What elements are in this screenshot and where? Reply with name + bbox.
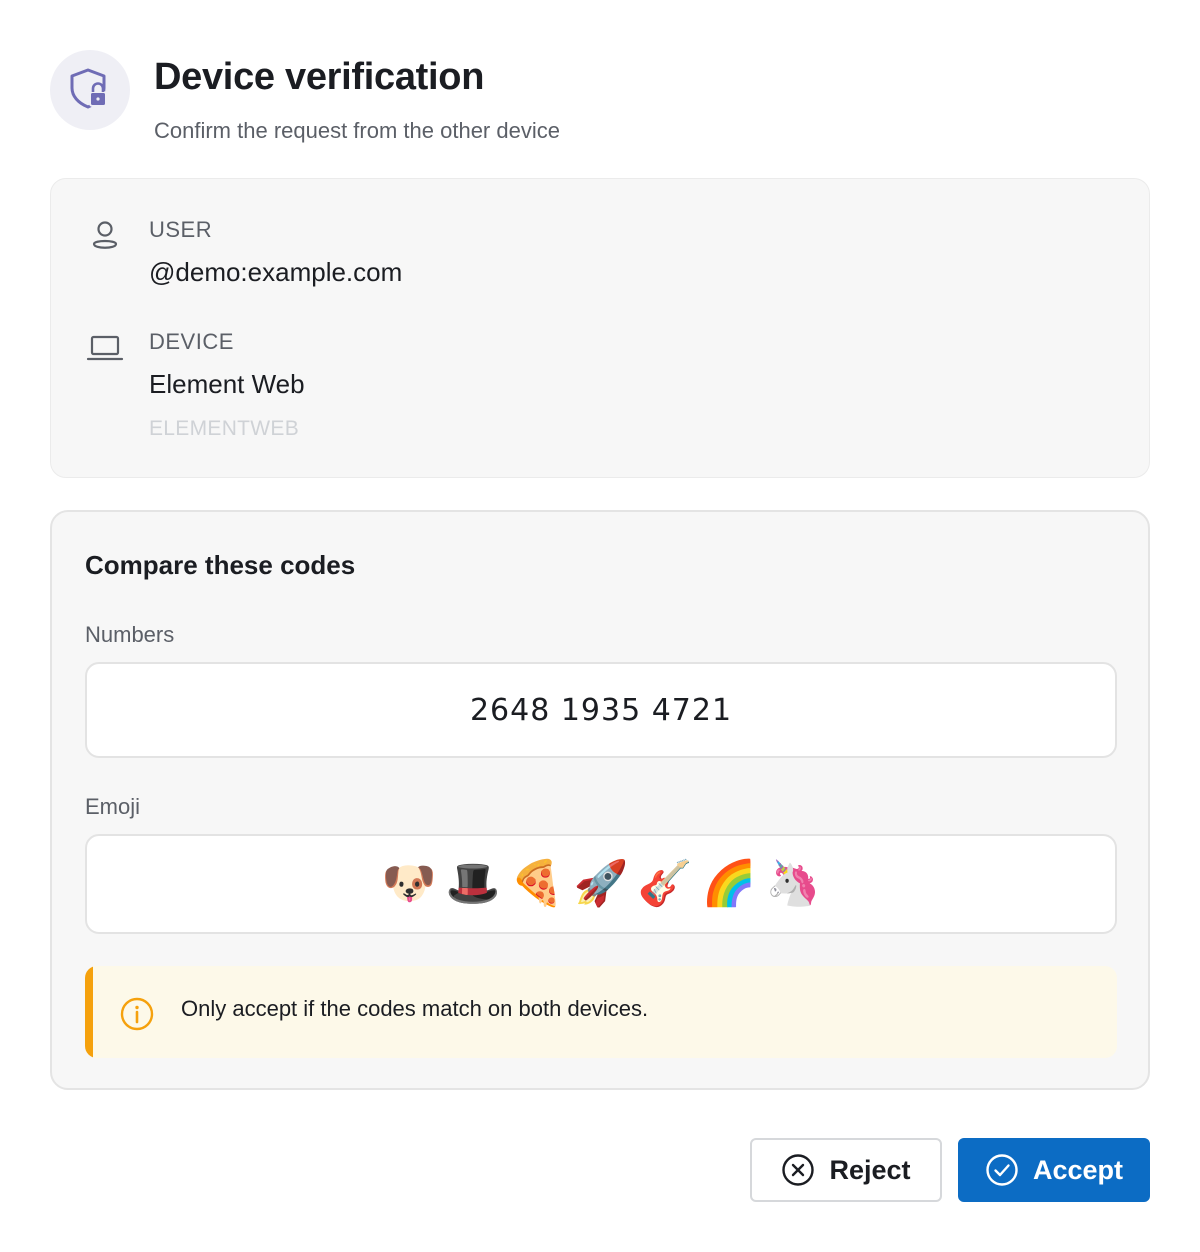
emoji-dog: 🐶 — [381, 858, 437, 909]
session-info-panel: USER @demo:example.com DEVICE Element We… — [50, 178, 1150, 478]
emoji-label: Emoji — [85, 794, 141, 819]
numbers-code: 2648 1935 4721 — [469, 692, 733, 728]
accept-button-label: Accept — [1032, 1154, 1124, 1185]
emoji-guitar: 🎸 — [637, 858, 693, 909]
laptop-icon — [86, 335, 124, 361]
warning-text: Only accept if the codes match on both d… — [181, 996, 649, 1021]
reject-button-label: Reject — [829, 1154, 911, 1185]
user-id-value: @demo:example.com — [149, 257, 403, 287]
compare-codes-panel: Compare these codes Numbers 2648 1935 47… — [50, 510, 1150, 1090]
close-circle-icon — [782, 1154, 815, 1186]
device-label: DEVICE — [149, 329, 234, 354]
device-id-value: ELEMENTWEB — [149, 417, 300, 440]
emoji-unicorn: 🦄 — [765, 858, 821, 909]
check-circle-icon — [986, 1154, 1018, 1186]
numbers-label: Numbers — [85, 622, 175, 647]
user-icon — [92, 221, 118, 249]
warning-notice: Only accept if the codes match on both d… — [85, 966, 1117, 1058]
emoji-code-box: 🐶 🎩 🍕 🚀 🎸 🌈 🦄 — [85, 834, 1117, 934]
emoji-rainbow: 🌈 — [701, 858, 757, 909]
emoji-row: 🐶 🎩 🍕 🚀 🎸 🌈 🦄 — [381, 858, 821, 909]
device-verification-dialog: Device verification Confirm the request … — [0, 0, 1200, 1252]
user-label: USER — [149, 217, 213, 242]
numbers-code-box: 2648 1935 4721 — [85, 662, 1117, 758]
dialog-header: Device verification Confirm the request … — [50, 50, 1150, 150]
device-name-value: Element Web — [149, 369, 305, 399]
accept-button[interactable]: Accept — [958, 1138, 1150, 1202]
compare-title: Compare these codes — [85, 550, 356, 580]
reject-button[interactable]: Reject — [750, 1138, 942, 1202]
emoji-top-hat: 🎩 — [445, 858, 501, 909]
dialog-subtitle: Confirm the request from the other devic… — [154, 118, 560, 143]
info-icon — [120, 997, 154, 1031]
shield-lock-icon — [70, 68, 107, 109]
warning-accent-bar — [85, 966, 93, 1058]
emoji-pizza: 🍕 — [509, 858, 565, 909]
emoji-rocket: 🚀 — [573, 858, 629, 909]
header-badge — [50, 50, 130, 130]
dialog-title: Device verification — [154, 56, 485, 98]
